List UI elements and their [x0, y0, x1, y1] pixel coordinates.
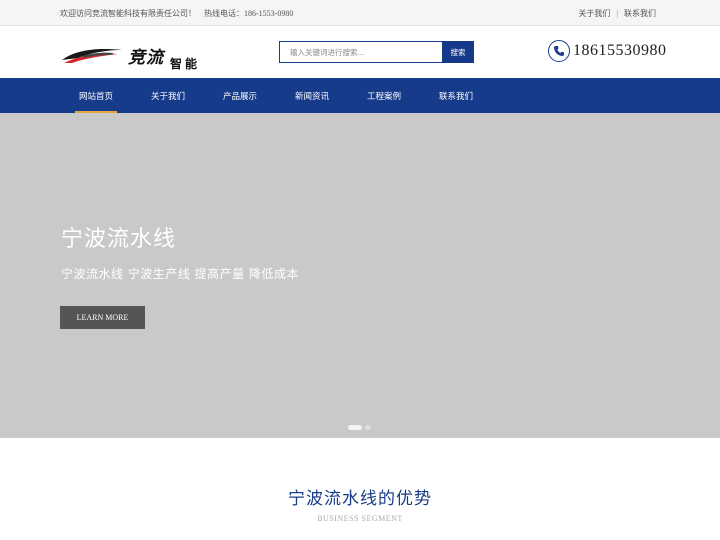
slider-pagination: [348, 425, 371, 430]
section-subheading: BUSINESS SEGMENT: [317, 514, 403, 523]
nav-item-news[interactable]: 新闻资讯: [276, 78, 348, 113]
hotline-text: 热线电话：186-1553-0980: [204, 9, 294, 18]
top-link-about[interactable]: 关于我们: [578, 9, 610, 18]
nav-item-about[interactable]: 关于我们: [132, 78, 204, 113]
main-nav: 网站首页 关于我们 产品展示 新闻资讯 工程案例 联系我们: [0, 78, 720, 113]
slider-dot-1[interactable]: [348, 425, 362, 430]
search-form: 搜索: [279, 41, 474, 63]
top-bar-links: 关于我们 | 联系我们: [578, 8, 656, 19]
nav-item-contact[interactable]: 联系我们: [420, 78, 492, 113]
search-button[interactable]: 搜索: [442, 41, 474, 63]
top-bar: 欢迎访问竞流智能科技有限责任公司！ 热线电话：186-1553-0980 关于我…: [0, 0, 720, 26]
phone-icon: [548, 40, 570, 62]
top-link-contact[interactable]: 联系我们: [624, 9, 656, 18]
top-link-separator: |: [616, 9, 618, 18]
section-heading: 宁波流水线的优势: [288, 489, 432, 509]
logo-brand-main: 竞流: [128, 48, 164, 68]
nav-item-home[interactable]: 网站首页: [60, 78, 132, 113]
top-bar-info: 欢迎访问竞流智能科技有限责任公司！ 热线电话：186-1553-0980: [60, 8, 299, 19]
advantages-section: 宁波流水线的优势 BUSINESS SEGMENT: [0, 438, 720, 540]
nav-item-cases[interactable]: 工程案例: [348, 78, 420, 113]
banner-title: 宁波流水线: [61, 227, 177, 252]
car-logo-icon: [62, 49, 122, 63]
search-input[interactable]: [279, 41, 442, 63]
phone-number: 18615530980: [573, 42, 667, 59]
logo-brand-sub: 智能: [170, 57, 201, 71]
logo[interactable]: 竞流 智能: [60, 42, 200, 76]
hero-banner: 宁波流水线 宁波流水线 宁波生产线 提高产量 降低成本 LEARN MORE: [0, 113, 720, 438]
banner-subtitle: 宁波流水线 宁波生产线 提高产量 降低成本: [61, 267, 299, 281]
welcome-text: 欢迎访问竞流智能科技有限责任公司！: [60, 9, 196, 18]
nav-item-products[interactable]: 产品展示: [204, 78, 276, 113]
phone-block: 18615530980: [548, 40, 667, 62]
header: 竞流 智能 搜索 18615530980: [0, 26, 720, 78]
learn-more-button[interactable]: LEARN MORE: [60, 306, 145, 329]
slider-dot-2[interactable]: [365, 425, 371, 430]
